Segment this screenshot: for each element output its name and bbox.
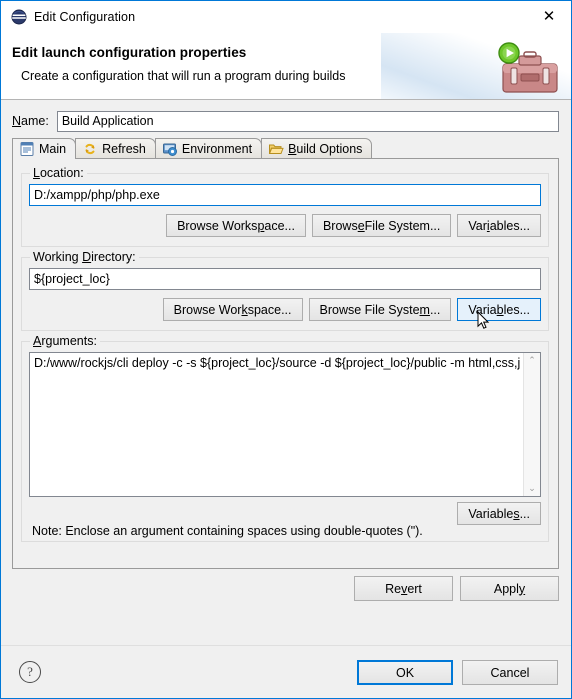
page-subtitle: Create a configuration that will run a p… xyxy=(21,69,346,83)
close-icon[interactable]: ✕ xyxy=(527,1,571,32)
revert-apply-row: Re v ert Appl y xyxy=(354,576,559,601)
dialog-footer: ? OK Cancel xyxy=(1,645,571,698)
arguments-scrollbar[interactable]: ⌃ ⌄ xyxy=(523,353,540,496)
tab-refresh[interactable]: Refresh xyxy=(75,138,156,158)
scroll-down-icon[interactable]: ⌄ xyxy=(524,481,540,496)
footer-button-row: OK Cancel xyxy=(357,660,558,685)
arguments-note: Note: Enclose an argument containing spa… xyxy=(32,524,423,538)
name-input[interactable] xyxy=(56,110,559,132)
arguments-group: Arguments: D:/www/rockjs/cli deploy -c -… xyxy=(21,334,549,542)
name-field-label: Name: xyxy=(12,114,49,128)
arguments-textarea[interactable]: D:/www/rockjs/cli deploy -c -s ${project… xyxy=(29,352,541,497)
window-title: Edit Configuration xyxy=(34,10,136,24)
arguments-variables-button[interactable]: Variable s... xyxy=(457,502,541,525)
dialog-body: Name: Main xyxy=(1,100,571,645)
working-directory-browse-workspace-button[interactable]: Browse Wor k space... xyxy=(162,298,303,321)
dialog-header: Edit launch configuration properties Cre… xyxy=(1,33,571,100)
tab-strip: Main Refresh Environment Build Options xyxy=(12,138,559,159)
location-input[interactable] xyxy=(29,184,541,206)
page-title: Edit launch configuration properties xyxy=(12,45,247,60)
main-tab-panel: Location: Browse Workspace... Browse Fil… xyxy=(12,159,559,569)
working-directory-input[interactable] xyxy=(29,268,541,290)
folder-open-icon xyxy=(268,141,284,157)
tab-environment[interactable]: Environment xyxy=(154,138,263,158)
tab-build-options[interactable]: Build Options xyxy=(261,138,373,158)
apply-button[interactable]: Appl y xyxy=(460,576,559,601)
location-browse-file-system-button[interactable]: Brows e File System... xyxy=(311,214,452,237)
toolbox-with-run-badge-icon xyxy=(489,38,561,98)
name-field-row: Name: xyxy=(12,110,559,132)
working-directory-browse-file-system-button[interactable]: Browse File Syste m... xyxy=(308,298,452,321)
location-variables-button[interactable]: Var i ables... xyxy=(457,214,541,237)
cancel-button[interactable]: Cancel xyxy=(462,660,558,685)
revert-button[interactable]: Re v ert xyxy=(354,576,453,601)
working-directory-button-row: Browse Wor k space... Browse File Syste m..… xyxy=(162,298,541,321)
environment-monitor-icon xyxy=(162,141,178,157)
edit-configuration-dialog: Edit Configuration ✕ Edit launch configu… xyxy=(0,0,572,699)
working-directory-variables-button[interactable]: Varia b les... xyxy=(457,298,541,321)
tab-main-label: Main xyxy=(39,142,67,156)
working-directory-group: Working Directory: Browse Workspace... B… xyxy=(21,250,549,331)
ok-button[interactable]: OK xyxy=(357,660,453,685)
title-bar: Edit Configuration ✕ xyxy=(1,1,571,33)
refresh-arrows-icon xyxy=(82,141,98,157)
scroll-up-icon[interactable]: ⌃ xyxy=(524,353,540,368)
eclipse-sphere-icon xyxy=(11,9,27,25)
main-form-icon xyxy=(19,141,35,157)
location-button-row: Browse Works p ace... Brows e File System..… xyxy=(166,214,541,237)
location-group: Location: Browse Workspace... Browse Fil… xyxy=(21,166,549,247)
working-directory-legend: Working Directory: xyxy=(30,250,139,264)
location-legend: Location: xyxy=(30,166,87,180)
tab-main[interactable]: Main xyxy=(12,138,77,159)
arguments-legend: Arguments: xyxy=(30,334,100,348)
tab-refresh-label: Refresh xyxy=(102,141,146,156)
arguments-text-value: D:/www/rockjs/cli deploy -c -s ${project… xyxy=(34,356,520,370)
help-icon[interactable]: ? xyxy=(19,661,41,683)
location-browse-workspace-button[interactable]: Browse Works p ace... xyxy=(166,214,306,237)
tab-build-options-label: Build Options xyxy=(288,141,363,156)
tab-environment-label: Environment xyxy=(181,141,253,156)
